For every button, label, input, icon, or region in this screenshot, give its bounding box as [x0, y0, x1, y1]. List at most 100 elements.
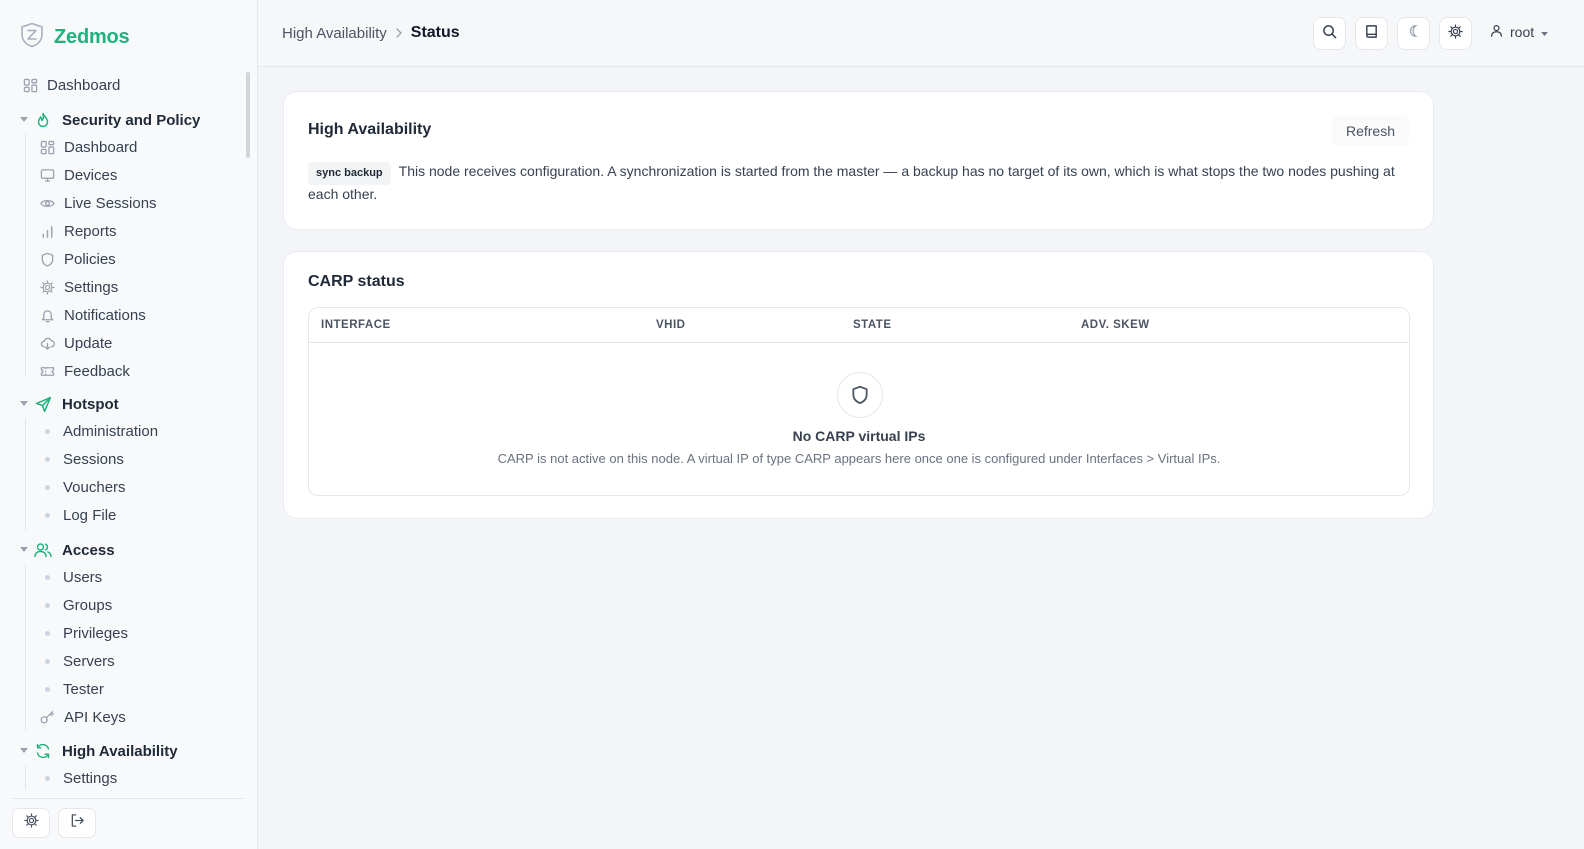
logout-button[interactable] — [58, 808, 96, 838]
sidebar-group-label: Access — [62, 541, 115, 559]
bullet-dot — [45, 686, 50, 692]
gear-icon — [1448, 23, 1463, 44]
bullet-dot — [45, 512, 50, 518]
sidebar-item-settings[interactable]: Settings — [0, 273, 250, 301]
sidebar-item-label: Feedback — [64, 362, 130, 380]
sidebar-item-servers[interactable]: Servers — [0, 647, 250, 675]
bullet-dot — [45, 602, 50, 608]
card-title: High Availability — [308, 121, 432, 138]
sidebar-footer-divider — [12, 798, 244, 799]
top-bar: High Availability Status root — [258, 0, 1584, 67]
column-header-vhid[interactable]: VHID — [656, 319, 685, 331]
sidebar-item-label: API Keys — [64, 708, 126, 726]
sync-role-badge: sync backup — [308, 162, 391, 185]
sidebar-item-vouchers[interactable]: Vouchers — [0, 473, 250, 501]
sidebar-item-update[interactable]: Update — [0, 329, 250, 357]
sidebar-group-high-availability[interactable]: High Availability — [0, 737, 250, 765]
logout-icon — [70, 813, 85, 833]
sidebar-item-reports[interactable]: Reports — [0, 217, 250, 245]
sidebar-item-feedback[interactable]: Feedback — [0, 357, 250, 385]
sidebar-group-security-and-policy[interactable]: Security and Policy — [0, 106, 250, 134]
column-header-interface[interactable]: INTERFACE — [321, 319, 391, 331]
bullet-dot — [45, 484, 50, 490]
brand[interactable]: Zedmos — [20, 22, 130, 50]
dashboard-icon — [22, 77, 38, 93]
cloud-download-icon — [39, 335, 55, 351]
sidebar-group-label: High Availability — [62, 742, 178, 760]
sidebar-group-access[interactable]: Access — [0, 536, 250, 564]
sidebar-item-live-sessions[interactable]: Live Sessions — [0, 189, 250, 217]
table-header: INTERFACE VHID STATE ADV. SKEW — [309, 308, 1409, 343]
sidebar-item-label: Log File — [63, 506, 117, 524]
sidebar-scrollbar[interactable] — [246, 72, 250, 158]
caret-down-icon — [20, 748, 28, 754]
sidebar-item-ha-settings[interactable]: Settings — [0, 764, 250, 790]
sidebar-item-label: Servers — [63, 652, 115, 670]
key-icon — [39, 709, 55, 725]
carp-status-card: CARP status INTERFACE VHID STATE ADV. SK… — [283, 251, 1434, 519]
moon-icon — [1407, 24, 1421, 43]
sidebar-item-groups[interactable]: Groups — [0, 591, 250, 619]
flame-icon — [34, 111, 52, 129]
empty-state-title: No CARP virtual IPs — [792, 428, 926, 444]
sidebar-item-tester[interactable]: Tester — [0, 675, 250, 703]
dashboard-icon — [39, 139, 55, 155]
sidebar-item-log-file[interactable]: Log File — [0, 501, 250, 529]
sidebar-item-security-dashboard[interactable]: Dashboard — [0, 133, 250, 161]
refresh-icon — [34, 742, 52, 760]
sidebar-group-hotspot[interactable]: Hotspot — [0, 390, 250, 418]
column-header-state[interactable]: STATE — [853, 319, 892, 331]
sidebar-item-devices[interactable]: Devices — [0, 161, 250, 189]
sidebar-item-administration[interactable]: Administration — [0, 417, 250, 445]
caret-down-icon — [20, 117, 28, 123]
caret-down-icon — [20, 547, 28, 553]
sidebar-item-users[interactable]: Users — [0, 563, 250, 591]
shield-icon — [39, 251, 55, 267]
sidebar-item-privileges[interactable]: Privileges — [0, 619, 250, 647]
sidebar-item-label: Settings — [63, 769, 118, 787]
page-title: Status — [410, 24, 460, 41]
preferences-button[interactable] — [1439, 17, 1472, 50]
sidebar-item-sessions[interactable]: Sessions — [0, 445, 250, 473]
carp-table: INTERFACE VHID STATE ADV. SKEW No CARP v… — [308, 307, 1410, 496]
user-menu[interactable]: root — [1490, 24, 1548, 40]
column-header-adv-skew[interactable]: ADV. SKEW — [1081, 319, 1150, 331]
sidebar-item-label: Groups — [63, 596, 113, 614]
sidebar-item-api-keys[interactable]: API Keys — [0, 703, 250, 731]
bullet-dot — [45, 574, 50, 580]
user-icon — [1490, 24, 1503, 40]
gear-icon — [23, 813, 39, 833]
sidebar-item-label: Sessions — [63, 450, 124, 468]
sidebar-item-label: Live Sessions — [64, 194, 157, 212]
search-icon — [1322, 24, 1337, 44]
sidebar-item-label: Vouchers — [63, 478, 126, 496]
sidebar-item-policies[interactable]: Policies — [0, 245, 250, 273]
sidebar-item-label: Dashboard — [47, 76, 121, 94]
sidebar-nav[interactable]: Dashboard Security and Policy Dashboard … — [0, 68, 258, 790]
sidebar: Zedmos Dashboard Security and Policy Das… — [0, 0, 258, 849]
sidebar-item-label: Policies — [64, 250, 116, 268]
breadcrumb-parent[interactable]: High Availability — [282, 25, 387, 42]
sidebar-item-notifications[interactable]: Notifications — [0, 301, 250, 329]
eye-icon — [39, 195, 55, 211]
bullet-dot — [45, 775, 50, 781]
bullet-dot — [45, 630, 50, 636]
card-title: CARP status — [308, 273, 405, 290]
sidebar-item-label: Notifications — [64, 306, 146, 324]
sidebar-item-label: Privileges — [63, 624, 129, 642]
sidebar-item-label: Devices — [64, 166, 118, 184]
sidebar-item-dashboard[interactable]: Dashboard — [0, 71, 250, 99]
sidebar-item-label: Dashboard — [64, 138, 138, 156]
docs-button[interactable] — [1355, 17, 1388, 50]
sidebar-item-label: Reports — [64, 222, 117, 240]
sidebar-item-label: Tester — [63, 680, 104, 698]
settings-button[interactable] — [12, 808, 50, 838]
refresh-button[interactable]: Refresh — [1331, 116, 1409, 146]
bullet-dot — [45, 428, 50, 434]
theme-toggle-button[interactable] — [1397, 17, 1430, 50]
search-button[interactable] — [1313, 17, 1346, 50]
bar-chart-icon — [39, 223, 55, 239]
brand-name: Zedmos — [54, 25, 130, 48]
ha-description: This node receives configuration. A sync… — [308, 163, 1395, 202]
caret-down-icon — [1541, 24, 1548, 40]
